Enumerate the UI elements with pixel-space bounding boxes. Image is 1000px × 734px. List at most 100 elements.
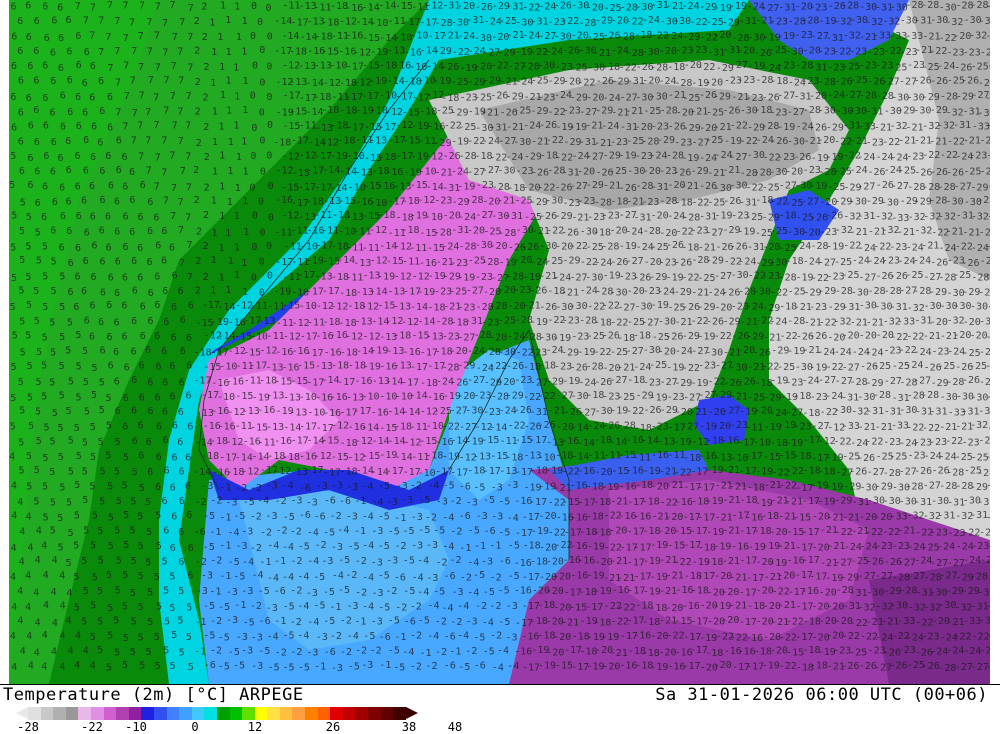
temperature-value: 2 (195, 77, 201, 88)
temperature-value: 5 (171, 630, 177, 641)
temperature-value: 0 (250, 151, 256, 162)
temperature-value: 2 (194, 195, 200, 206)
colorbar (28, 707, 406, 720)
temperature-value: 6 (116, 136, 122, 147)
temperature-value: -27 (858, 571, 876, 582)
temperature-value: -21 (778, 541, 796, 552)
temperature-value: -18 (523, 541, 541, 552)
temperature-value: -19 (538, 661, 556, 672)
temperature-value: -28 (977, 195, 990, 206)
temperature-value: -6 (444, 631, 456, 642)
temperature-value: -17 (522, 572, 540, 583)
temperature-value: 5 (107, 631, 113, 642)
temperature-value: -19 (674, 437, 692, 448)
temperature-value: -29 (866, 378, 884, 389)
temperature-value: -14 (322, 165, 340, 176)
temperature-value: -17 (323, 468, 341, 479)
temperature-value: -18 (786, 256, 804, 267)
temperature-value: 5 (106, 421, 112, 432)
temperature-value: 5 (10, 302, 16, 313)
temperature-value: -24 (875, 633, 893, 644)
temperature-value: -22 (667, 631, 685, 642)
temperature-value: -2 (410, 662, 422, 673)
temperature-value: -5 (403, 526, 415, 537)
temperature-value: -17 (746, 573, 764, 584)
temperature-value: 5 (74, 423, 80, 434)
temperature-value: 4 (11, 480, 17, 491)
temperature-value: -26 (554, 1, 572, 12)
temperature-value: -32 (907, 511, 925, 522)
temperature-value: -27 (891, 181, 909, 192)
temperature-value: 6 (107, 122, 113, 133)
temperature-value: -28 (873, 390, 891, 401)
temperature-value: 5 (132, 467, 138, 478)
temperature-value: -18 (634, 423, 652, 434)
temperature-value: -20 (842, 330, 860, 341)
temperature-value: 6 (148, 406, 154, 417)
temperature-value: 6 (122, 422, 128, 433)
temperature-value: 0 (266, 92, 272, 103)
temperature-value: 4 (51, 587, 57, 598)
temperature-value: 5 (163, 646, 169, 657)
temperature-value: -18 (402, 225, 420, 236)
temperature-value: -29 (506, 391, 524, 402)
temperature-value: -12 (330, 301, 348, 312)
temperature-value: 5 (52, 408, 58, 419)
temperature-value: -12 (353, 47, 371, 58)
temperature-value: 6 (65, 136, 71, 147)
temperature-value: -30 (851, 288, 869, 299)
temperature-value: 6 (171, 512, 177, 523)
temperature-value: 5 (92, 510, 98, 521)
temperature-value: -31 (953, 120, 971, 131)
temperature-value: -14 (361, 423, 379, 434)
temperature-value: -26 (521, 242, 539, 253)
temperature-value: -5 (378, 570, 390, 581)
temperature-value: 7 (185, 213, 191, 224)
temperature-value: 6 (140, 180, 146, 191)
temperature-value: -13 (346, 212, 364, 223)
temperature-value: -5 (218, 602, 230, 613)
temperature-value: -2 (355, 588, 367, 599)
temperature-value: -29 (834, 495, 852, 506)
temperature-value: 6 (60, 121, 66, 132)
temperature-value: 6 (187, 422, 193, 433)
colorbar-swatch (103, 707, 117, 720)
temperature-value: -19 (769, 558, 787, 569)
colorbar-swatch (380, 707, 394, 720)
temperature-value: -5 (483, 647, 495, 658)
temperature-value: -27 (466, 285, 484, 296)
temperature-value: 7 (105, 32, 111, 43)
temperature-value: 1 (212, 137, 218, 148)
colorbar-swatch (166, 707, 180, 720)
temperature-value: -16 (355, 376, 373, 387)
temperature-value: -18 (818, 467, 836, 478)
temperature-value: 6 (146, 437, 152, 448)
temperature-value: -5 (508, 541, 520, 552)
temperature-value: -25 (898, 166, 916, 177)
temperature-value: -5 (388, 615, 400, 626)
temperature-value: 1 (219, 151, 225, 162)
temperature-value: 5 (19, 226, 25, 237)
temperature-value: -22 (865, 436, 883, 447)
temperature-value: -22 (786, 617, 804, 628)
temperature-value: -22 (714, 331, 732, 342)
temperature-value: -16 (371, 408, 389, 419)
temperature-value: -28 (506, 272, 524, 283)
temperature-value: 6 (60, 211, 66, 222)
temperature-value: -28 (601, 242, 619, 253)
temperature-value: -19 (377, 271, 395, 282)
temperature-value: -27 (858, 272, 876, 283)
temperature-value: 7 (155, 2, 161, 13)
temperature-value: 6 (107, 92, 113, 103)
temperature-value: -23 (762, 271, 780, 282)
temperature-value: 6 (18, 107, 24, 118)
temperature-value: -22 (954, 631, 972, 642)
temperature-value: -4 (442, 542, 454, 553)
temperature-value: 7 (170, 91, 176, 102)
temperature-value: -3 (226, 498, 238, 509)
temperature-value: -27 (626, 346, 644, 357)
temperature-value: 5 (34, 465, 40, 476)
temperature-value: 5 (145, 497, 151, 508)
temperature-value: -4 (362, 602, 374, 613)
temperature-value: -31 (890, 302, 908, 313)
